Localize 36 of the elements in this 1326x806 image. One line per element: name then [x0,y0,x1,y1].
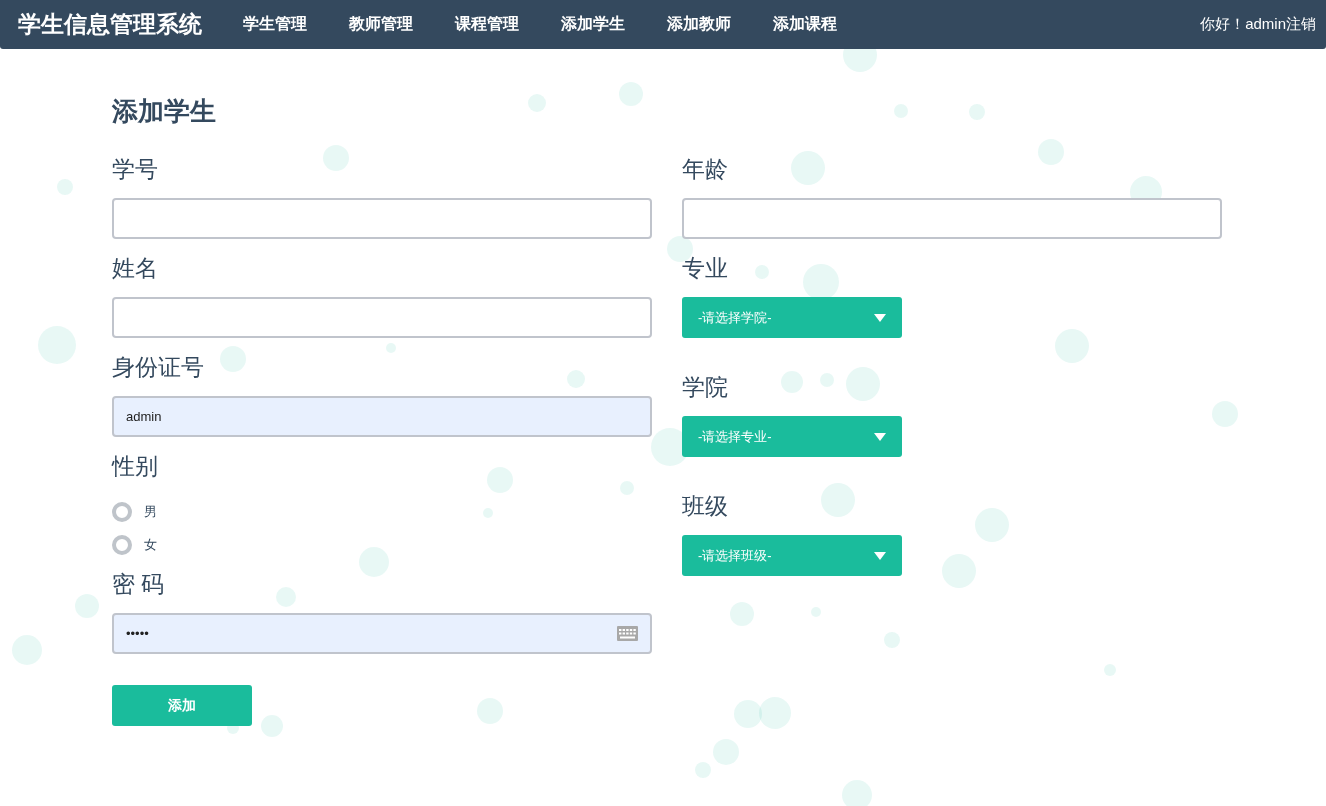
field-label: 班级 [682,492,728,521]
field-label: 性别 [112,452,158,481]
field-label: 学院 [682,373,728,402]
greeting-text: 你好！admin [1200,15,1286,32]
radio-button[interactable] [112,534,132,555]
input-field[interactable]: admin [112,396,652,437]
nav-link[interactable]: 添加课程 [752,14,858,35]
radio-label: 男 [144,502,157,521]
field-label: 身份证号 [112,353,204,382]
logout-link[interactable]: 注销 [1286,15,1316,32]
page-title: 添加学生 [112,95,216,127]
password-field[interactable]: ••••• [112,613,652,654]
caret-icon [874,432,886,441]
field-label: 学号 [112,155,158,184]
nav-link[interactable]: 课程管理 [434,14,540,35]
bubble-decoration [734,700,762,728]
nav-link[interactable]: 添加教师 [646,14,752,35]
keyboard-icon[interactable] [617,626,638,641]
radio-label: 女 [144,535,157,554]
bubble-decoration [759,697,791,729]
caret-icon [874,313,886,322]
bubble-decoration [803,264,839,300]
field-label: 专业 [682,254,728,283]
field-label: 年龄 [682,155,728,184]
radio-button[interactable] [112,501,132,522]
field-label: 姓名 [112,254,158,283]
nav-link[interactable]: 学生管理 [222,14,328,35]
bubble-decoration [651,428,689,466]
input-field[interactable] [682,198,1222,239]
nav-link[interactable]: 教师管理 [328,14,434,35]
field-label: 密 码 [112,570,165,599]
caret-icon [874,551,886,560]
input-field[interactable] [112,198,652,239]
input-field[interactable] [112,297,652,338]
brand-title: 学生信息管理系统 [18,10,202,39]
nav-link[interactable]: 添加学生 [540,14,646,35]
